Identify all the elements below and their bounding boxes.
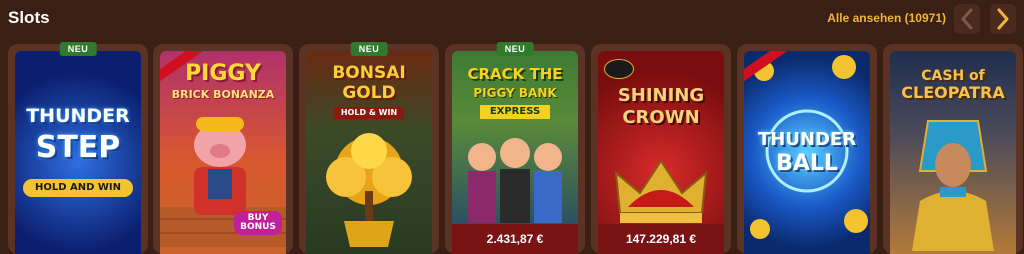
previous-button[interactable] [954, 4, 980, 34]
crown-illustration [614, 159, 708, 223]
game-card-thunder-step[interactable]: NEU THUNDER STEP HOLD AND WIN [8, 42, 148, 254]
new-badge: NEU [59, 42, 97, 56]
game-card-cash-of-cleopatra[interactable]: CASH of CLEOPATRA [883, 44, 1023, 254]
characters-illustration [468, 138, 562, 223]
game-card-bonsai-gold[interactable]: NEU BONSAI GOLD HOLD & WIN [299, 42, 439, 254]
game-card-thunder-ball[interactable]: THUNDER BALL [737, 44, 877, 254]
game-title-line-1: CRACK THE [467, 65, 563, 83]
see-all-link[interactable]: Alle ansehen (10971) [827, 11, 946, 25]
game-subtitle: EXPRESS [480, 105, 550, 119]
game-title-line-1: BONSAI [332, 63, 406, 83]
game-thumbnail: THUNDER STEP HOLD AND WIN [15, 51, 141, 254]
buy-bonus-label: BUY BONUS [234, 211, 282, 235]
game-card-crack-the-piggy-bank[interactable]: NEU CRACK THE PIGGY BANK EXPRESS 2.431,8… [445, 42, 585, 254]
game-title-line-2: STEP [35, 130, 121, 165]
game-title-line-2: CLEOPATRA [901, 83, 1005, 102]
slots-carousel: NEU THUNDER STEP HOLD AND WIN PIGGY BRIC… [8, 42, 1024, 254]
game-title-line-2: PIGGY BANK [473, 86, 557, 100]
jackpot-cards-logo [604, 59, 634, 79]
jackpot-amount: 147.229,81 € [598, 224, 724, 254]
cleopatra-illustration [912, 120, 994, 251]
game-subtitle: HOLD & WIN [334, 107, 404, 119]
bonsai-tree-illustration [326, 133, 412, 247]
next-button[interactable] [990, 4, 1016, 34]
chevron-left-icon [961, 8, 973, 30]
section-title: Slots [8, 8, 50, 27]
game-thumbnail: CASH of CLEOPATRA [890, 51, 1016, 254]
game-thumbnail: PIGGY BRICK BONANZA BUY BONUS [160, 51, 286, 254]
game-subtitle: HOLD AND WIN [23, 179, 133, 197]
section-header: Slots Alle ansehen (10971) [0, 0, 1024, 38]
game-title-line-1: CASH of [921, 68, 985, 84]
game-title-line-1: SHINING [617, 85, 705, 106]
game-card-shining-crown[interactable]: SHINING CROWN 147.229,81 € [591, 44, 731, 254]
game-title-line-1: THUNDER [26, 105, 130, 127]
new-badge: NEU [350, 42, 388, 56]
game-title-line-1: THUNDER [757, 129, 857, 150]
game-thumbnail: BONSAI GOLD HOLD & WIN [306, 51, 432, 254]
game-title-line-2: BRICK BONANZA [171, 88, 275, 101]
game-title-line-2: CROWN [622, 107, 700, 128]
jackpot-amount: 2.431,87 € [452, 224, 578, 254]
game-title-line-2: GOLD [342, 83, 396, 103]
chevron-right-icon [997, 8, 1009, 30]
game-card-piggy-brick-bonanza[interactable]: PIGGY BRICK BONANZA BUY BONUS [153, 44, 293, 254]
new-badge: NEU [496, 42, 534, 56]
game-thumbnail: THUNDER BALL [744, 51, 870, 254]
game-title-line-2: BALL [776, 151, 838, 176]
